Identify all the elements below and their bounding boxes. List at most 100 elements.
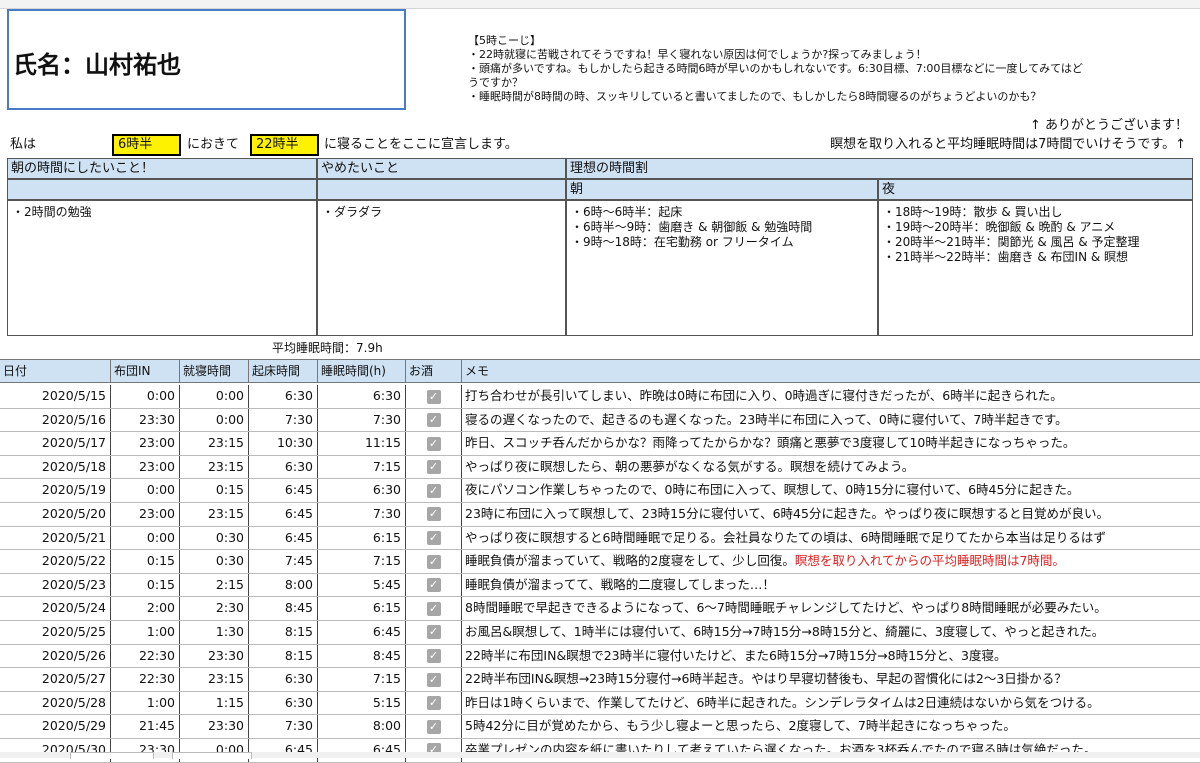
- cell-date[interactable]: 2020/5/29: [0, 715, 111, 738]
- cell-futon-in[interactable]: 23:00: [111, 502, 180, 526]
- cell-wake-time[interactable]: 7:30: [249, 715, 318, 738]
- checkbox-checked-icon[interactable]: ✓: [426, 389, 441, 404]
- checkbox-checked-icon[interactable]: ✓: [426, 672, 441, 687]
- checkbox-checked-icon[interactable]: ✓: [426, 649, 441, 664]
- cell-date[interactable]: 2020/5/24: [0, 597, 111, 620]
- cell-date[interactable]: 2020/5/16: [0, 408, 111, 432]
- cell-futon-in[interactable]: 1:00: [111, 620, 180, 644]
- cell-wake-time[interactable]: 7:30: [249, 408, 318, 432]
- header-memo[interactable]: メモ: [462, 360, 1200, 382]
- cell-sleep-time[interactable]: 0:30: [180, 526, 249, 550]
- cell-futon-in[interactable]: 0:00: [111, 385, 180, 408]
- cell-wake-time[interactable]: 6:45: [249, 502, 318, 526]
- cell-sleep-time[interactable]: 23:15: [180, 502, 249, 526]
- cell-wake-time[interactable]: 8:45: [249, 597, 318, 620]
- cell-sake[interactable]: ✓: [406, 455, 462, 479]
- cell-memo[interactable]: 昨日は1時くらいまで、作業してたけど、6時半に起きれた。シンデレラタイムは2日連…: [462, 692, 1200, 715]
- cell-sleep-time[interactable]: 2:30: [180, 597, 249, 620]
- cell-sleep-hours[interactable]: 11:15: [318, 432, 406, 455]
- cell-futon-in[interactable]: 0:00: [111, 526, 180, 550]
- cell-sake[interactable]: ✓: [406, 550, 462, 573]
- cell-sleep-hours[interactable]: 6:15: [318, 597, 406, 620]
- cell-date[interactable]: 2020/5/20: [0, 502, 111, 526]
- cell-futon-in[interactable]: 23:00: [111, 455, 180, 479]
- checkbox-checked-icon[interactable]: ✓: [426, 696, 441, 711]
- checkbox-checked-icon[interactable]: ✓: [426, 719, 441, 734]
- cell-futon-in[interactable]: 2:00: [111, 597, 180, 620]
- cell-futon-in[interactable]: 23:30: [111, 408, 180, 432]
- cell-wake-time[interactable]: 8:15: [249, 620, 318, 644]
- header-sleep-time[interactable]: 就寝時間: [180, 360, 249, 382]
- quit-body[interactable]: ・ダラダラ: [317, 200, 566, 336]
- cell-wake-time[interactable]: 6:45: [249, 526, 318, 550]
- cell-date[interactable]: 2020/5/25: [0, 620, 111, 644]
- cell-wake-time[interactable]: 10:30: [249, 432, 318, 455]
- cell-sleep-hours[interactable]: 7:30: [318, 502, 406, 526]
- cell-memo[interactable]: 睡眠負債が溜まってて、戦略的二度寝してしまった…！: [462, 574, 1200, 597]
- cell-sleep-time[interactable]: 0:15: [180, 479, 249, 502]
- cell-futon-in[interactable]: 21:45: [111, 715, 180, 738]
- cell-sake[interactable]: ✓: [406, 691, 462, 715]
- cell-sake[interactable]: ✓: [406, 408, 462, 432]
- cell-wake-time[interactable]: 6:30: [249, 691, 318, 715]
- cell-wake-time[interactable]: 8:00: [249, 573, 318, 597]
- cell-wake-time[interactable]: 6:45: [249, 479, 318, 502]
- cell-date[interactable]: 2020/5/28: [0, 691, 111, 715]
- name-box[interactable]: 氏名：山村祐也: [7, 9, 406, 110]
- cell-memo[interactable]: 打ち合わせが長引いてしまい、昨晩は0時に布団に入り、0時過ぎに寝付きだったが、6…: [462, 385, 1200, 408]
- cell-sleep-hours[interactable]: 8:45: [318, 644, 406, 668]
- cell-sleep-hours[interactable]: 8:00: [318, 715, 406, 738]
- cell-sake[interactable]: ✓: [406, 620, 462, 644]
- cell-sake[interactable]: ✓: [406, 644, 462, 668]
- cell-sleep-time[interactable]: 23:15: [180, 455, 249, 479]
- cell-date[interactable]: 2020/5/15: [0, 385, 111, 408]
- cell-sleep-time[interactable]: 0:00: [180, 408, 249, 432]
- cell-futon-in[interactable]: 23:00: [111, 432, 180, 455]
- cell-sleep-hours[interactable]: 7:15: [318, 455, 406, 479]
- cell-sleep-time[interactable]: 23:15: [180, 432, 249, 455]
- checkbox-checked-icon[interactable]: ✓: [426, 601, 441, 616]
- cell-futon-in[interactable]: 1:00: [111, 691, 180, 715]
- cell-memo[interactable]: やっぱり夜に瞑想したら、朝の悪夢がなくなる気がする。瞑想を続けてみよう。: [462, 456, 1200, 479]
- cell-memo[interactable]: 22時半布団IN&瞑想→23時15分寝付→6時半起き。やはり早寝切替後も、早起の…: [462, 668, 1200, 691]
- cell-futon-in[interactable]: 0:00: [111, 479, 180, 502]
- cell-memo[interactable]: やっぱり夜に瞑想すると6時間睡眠で足りる。会社員なりたての頃は、6時間睡眠で足り…: [462, 527, 1200, 550]
- cell-date[interactable]: 2020/5/23: [0, 573, 111, 597]
- cell-sake[interactable]: ✓: [406, 597, 462, 620]
- morning-body[interactable]: ・2時間の勉強: [7, 200, 317, 336]
- cell-wake-time[interactable]: 8:15: [249, 644, 318, 668]
- checkbox-checked-icon[interactable]: ✓: [426, 578, 441, 593]
- cell-sleep-time[interactable]: 1:30: [180, 620, 249, 644]
- cell-date[interactable]: 2020/5/17: [0, 432, 111, 455]
- cell-date[interactable]: 2020/5/21: [0, 526, 111, 550]
- cell-sake[interactable]: ✓: [406, 738, 462, 762]
- checkbox-checked-icon[interactable]: ✓: [426, 483, 441, 498]
- cell-sake[interactable]: ✓: [406, 479, 462, 502]
- header-futon-in[interactable]: 布団IN: [111, 360, 180, 382]
- wake-time-cell[interactable]: 6時半: [112, 134, 181, 156]
- cell-sleep-time[interactable]: 23:30: [180, 715, 249, 738]
- cell-sake[interactable]: ✓: [406, 432, 462, 455]
- cell-memo[interactable]: 23時に布団に入って瞑想して、23時15分に寝付いて、6時45分に起きた。やっぱ…: [462, 503, 1200, 526]
- cell-memo[interactable]: 夜にパソコン作業しちゃったので、0時に布団に入って、瞑想して、0時15分に寝付い…: [462, 479, 1200, 502]
- cell-sleep-hours[interactable]: 7:30: [318, 408, 406, 432]
- cell-sleep-time[interactable]: 23:15: [180, 668, 249, 691]
- cell-date[interactable]: 2020/5/27: [0, 668, 111, 691]
- cell-wake-time[interactable]: 6:45: [249, 738, 318, 762]
- checkbox-checked-icon[interactable]: ✓: [426, 507, 441, 522]
- cell-sleep-hours[interactable]: 6:45: [318, 738, 406, 762]
- cell-date[interactable]: 2020/5/18: [0, 455, 111, 479]
- cell-futon-in[interactable]: 22:30: [111, 668, 180, 691]
- cell-date[interactable]: 2020/5/19: [0, 479, 111, 502]
- cell-sleep-time[interactable]: 2:15: [180, 573, 249, 597]
- cell-memo[interactable]: 5時42分に目が覚めたから、もう少し寝よーと思ったら、2度寝して、7時半起きにな…: [462, 715, 1200, 738]
- ideal-night-body[interactable]: ・18時〜19時：散歩 & 買い出し ・19時〜20時半：晩御飯 & 晩酌 & …: [878, 200, 1193, 336]
- cell-sleep-time[interactable]: 0:00: [180, 385, 249, 408]
- cell-sleep-hours[interactable]: 5:45: [318, 573, 406, 597]
- cell-sake[interactable]: ✓: [406, 526, 462, 550]
- cell-sake[interactable]: ✓: [406, 715, 462, 738]
- cell-sake[interactable]: ✓: [406, 668, 462, 691]
- cell-sake[interactable]: ✓: [406, 385, 462, 408]
- header-sake[interactable]: お酒: [406, 360, 462, 382]
- header-date[interactable]: 日付: [0, 360, 111, 382]
